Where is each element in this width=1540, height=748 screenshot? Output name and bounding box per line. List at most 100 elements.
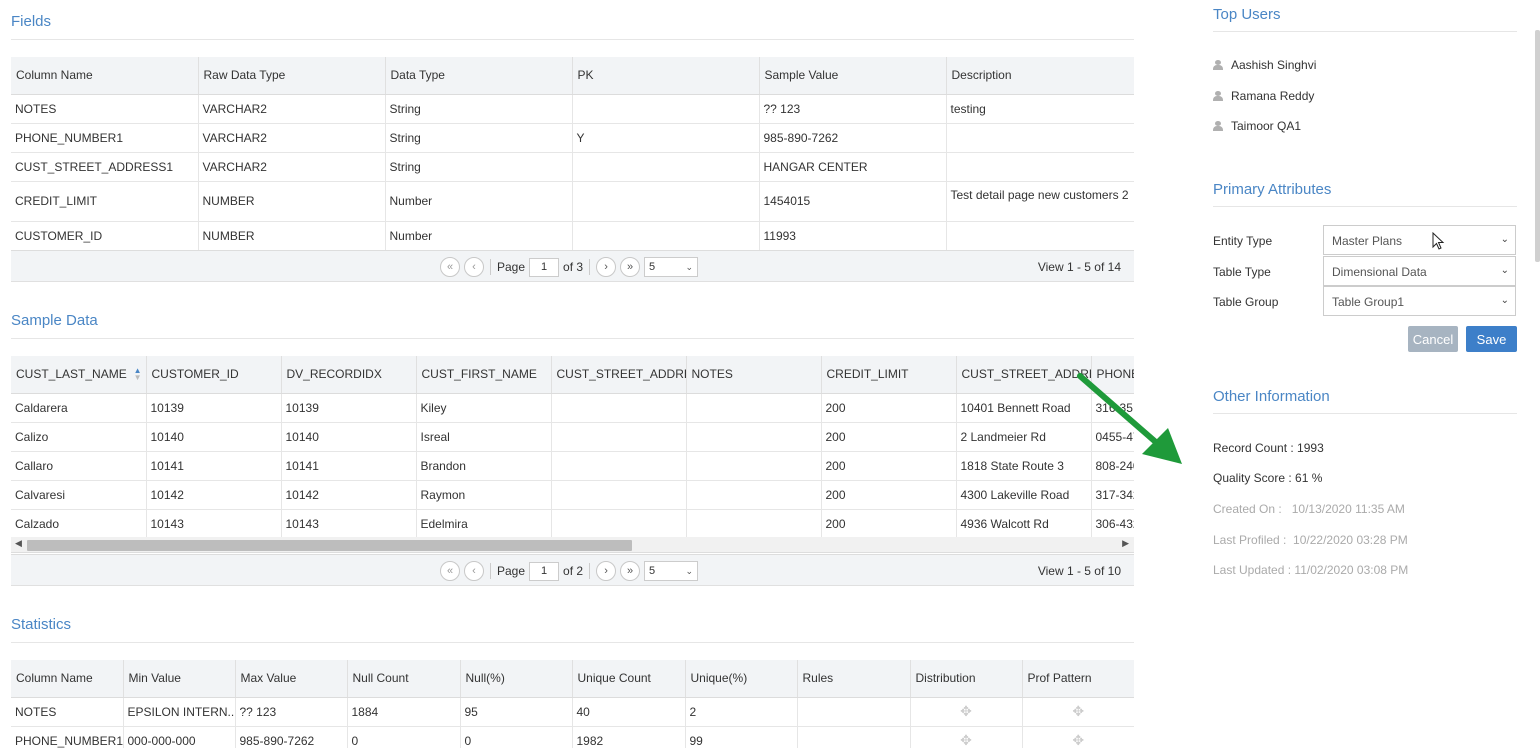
scrollbar-thumb[interactable] (27, 540, 632, 551)
cell-data-type: String (385, 123, 573, 153)
column-header-dv-recordidx[interactable]: DV_RECORDIDX (281, 356, 417, 394)
prev-page-icon[interactable]: ‹ (464, 561, 484, 581)
vertical-scrollbar[interactable] (1535, 30, 1540, 262)
cell-dv-recordidx: 10139 (281, 393, 417, 423)
cell-cust-first-name: Kiley (416, 393, 552, 423)
prev-page-icon[interactable]: ‹ (464, 257, 484, 277)
horizontal-scrollbar[interactable]: ◀ ▶ (11, 537, 1134, 553)
cancel-button[interactable]: Cancel (1408, 326, 1458, 352)
table-row[interactable]: CREDIT_LIMIT NUMBER Number 1454015 Test deta… (11, 181, 1134, 222)
cell-prof-pattern: ✥ (1022, 697, 1134, 727)
column-header-rules[interactable]: Rules (797, 660, 911, 698)
page-total-label: of 3 (563, 260, 584, 274)
page-number-input[interactable]: 1 (529, 561, 560, 581)
page-size-select[interactable]: 5 ⌄ (644, 257, 699, 277)
cell-cust-last-name: Callaro (11, 451, 147, 481)
column-header-cust-first-name[interactable]: CUST_FIRST_NAME (416, 356, 552, 394)
column-header-credit-limit[interactable]: CREDIT_LIMIT (821, 356, 957, 394)
page-number-input[interactable]: 1 (529, 257, 560, 277)
column-header-sample-value[interactable]: Sample Value (759, 57, 947, 95)
column-header-max-value[interactable]: Max Value (235, 660, 348, 698)
last-profiled-value: 10/22/2020 03:28 PM (1293, 533, 1408, 547)
next-page-icon[interactable]: › (596, 561, 617, 581)
cell-cust-last-name: Calzado (11, 509, 147, 537)
cell-column-name: CUST_STREET_ADDRESS1 (11, 152, 199, 182)
fields-title: Fields (11, 13, 52, 30)
cell-cust-street-address (551, 509, 687, 537)
cell-notes (686, 422, 822, 452)
last-page-icon[interactable]: » (620, 561, 641, 581)
table-row[interactable]: NOTES VARCHAR2 String ?? 123 testing (11, 94, 1134, 124)
user-name: Taimoor QA1 (1231, 119, 1302, 133)
column-header-unique[interactable]: Unique(%) (685, 660, 798, 698)
sample-data-viewport: CUST_LAST_NAME ▲ ▼ CUSTOMER_ID DV_RECORDIDX C… (11, 356, 1134, 537)
scroll-left-icon[interactable]: ◀ (15, 538, 22, 549)
table-row[interactable]: PHONE_NUMBER1 VARCHAR2 String Y 985-890-7262 (11, 123, 1134, 153)
last-updated: Last Updated : 11/02/2020 03:08 PM (1213, 563, 1408, 577)
user-icon (1213, 60, 1223, 70)
move-icon[interactable]: ✥ (1072, 732, 1084, 748)
column-header-customer-id[interactable]: CUSTOMER_ID (146, 356, 282, 394)
column-header-description[interactable]: Description (946, 57, 1134, 95)
table-row[interactable]: Calvaresi 10142 10142 Raymon 200 4300 Lakevil… (11, 480, 1134, 510)
table-type-select[interactable]: Dimensional Data ⌄ (1323, 256, 1516, 286)
sample-data-pager: « ‹ Page 1 of 2 › » 5 ⌄ View 1 - 5 of 10 (11, 554, 1134, 586)
move-icon[interactable]: ✥ (1072, 703, 1084, 720)
table-row[interactable]: Calizo 10140 10140 Isreal 200 2 Landmeier Rd 0… (11, 422, 1134, 452)
cell-raw-data-type: VARCHAR2 (198, 123, 386, 153)
first-page-icon[interactable]: « (440, 257, 460, 277)
column-header-raw-data-type[interactable]: Raw Data Type (198, 57, 386, 95)
move-icon[interactable]: ✥ (960, 732, 972, 748)
entity-type-select[interactable]: Master Plans ⌄ (1323, 225, 1516, 255)
column-header-null-count[interactable]: Null Count (347, 660, 461, 698)
fields-pager: « ‹ Page 1 of 3 › » 5 ⌄ View 1 - 5 of 14 (11, 250, 1134, 282)
user-item[interactable]: Ramana Reddy (1213, 89, 1314, 103)
first-page-icon[interactable]: « (440, 561, 460, 581)
table-row[interactable]: NOTES EPSILON INTERN...?? 123 1884 95 40 2 ✥ ✥ (11, 697, 1134, 727)
other-information-title: Other Information (1213, 388, 1330, 405)
save-button[interactable]: Save (1466, 326, 1517, 352)
table-row[interactable]: PHONE_NUMBER1 000-000-000 985-890-7262 0 0 19… (11, 726, 1134, 748)
last-page-icon[interactable]: » (620, 257, 641, 277)
cell-notes (686, 509, 822, 537)
column-header-data-type[interactable]: Data Type (385, 57, 573, 95)
column-header-prof-pattern[interactable]: Prof Pattern (1022, 660, 1134, 698)
cell-sample-value: HANGAR CENTER (759, 152, 947, 182)
cell-cust-first-name: Raymon (416, 480, 552, 510)
column-header-notes[interactable]: NOTES (686, 356, 822, 394)
cell-data-type: String (385, 94, 573, 124)
table-row[interactable]: CUST_STREET_ADDRESS1 VARCHAR2 String HANGAR… (11, 152, 1134, 182)
view-count: View 1 - 5 of 10 (1037, 564, 1121, 578)
column-header-distribution[interactable]: Distribution (910, 660, 1023, 698)
user-item[interactable]: Taimoor QA1 (1213, 119, 1301, 133)
column-header-column-name[interactable]: Column Name (11, 57, 199, 95)
user-name: Ramana Reddy (1231, 89, 1315, 103)
cell-pk (572, 152, 760, 182)
page-size-select[interactable]: 5 ⌄ (644, 561, 699, 581)
cell-pk (572, 221, 760, 251)
column-header-cust-street-address[interactable]: CUST_STREET_ADDRESS (551, 356, 687, 394)
column-header-min-value[interactable]: Min Value (123, 660, 236, 698)
cell-customer-id: 10143 (146, 509, 282, 537)
next-page-icon[interactable]: › (596, 257, 617, 277)
sort-icon[interactable]: ▲ ▼ (134, 367, 142, 382)
table-row[interactable]: Caldarera 10139 10139 Kiley 200 10401 Bennett… (11, 393, 1134, 423)
cell-description (946, 221, 1134, 251)
table-group-select[interactable]: Table Group1 ⌄ (1323, 286, 1516, 316)
table-row[interactable]: Callaro 10141 10141 Brandon 200 1818 State Ro… (11, 451, 1134, 481)
move-icon[interactable]: ✥ (960, 703, 972, 720)
cell-unique: 2 (685, 697, 798, 727)
column-header-unique-count[interactable]: Unique Count (572, 660, 686, 698)
scroll-right-icon[interactable]: ▶ (1122, 538, 1129, 549)
cell-description (946, 123, 1134, 153)
column-header-null[interactable]: Null(%) (460, 660, 573, 698)
column-header-cust-last-name[interactable]: CUST_LAST_NAME ▲ ▼ (11, 356, 147, 394)
column-header-column-name[interactable]: Column Name (11, 660, 124, 698)
sample-data-table: CUST_LAST_NAME ▲ ▼ CUSTOMER_ID DV_RECORDIDX C… (11, 356, 1134, 537)
table-row[interactable]: Calzado 10143 10143 Edelmira 200 4936 Walcott… (11, 509, 1134, 537)
column-header-pk[interactable]: PK (572, 57, 760, 95)
divider (1213, 206, 1517, 207)
user-item[interactable]: Aashish Singhvi (1213, 58, 1316, 72)
divider (1213, 413, 1517, 414)
table-row[interactable]: CUSTOMER_ID NUMBER Number 11993 (11, 221, 1134, 251)
